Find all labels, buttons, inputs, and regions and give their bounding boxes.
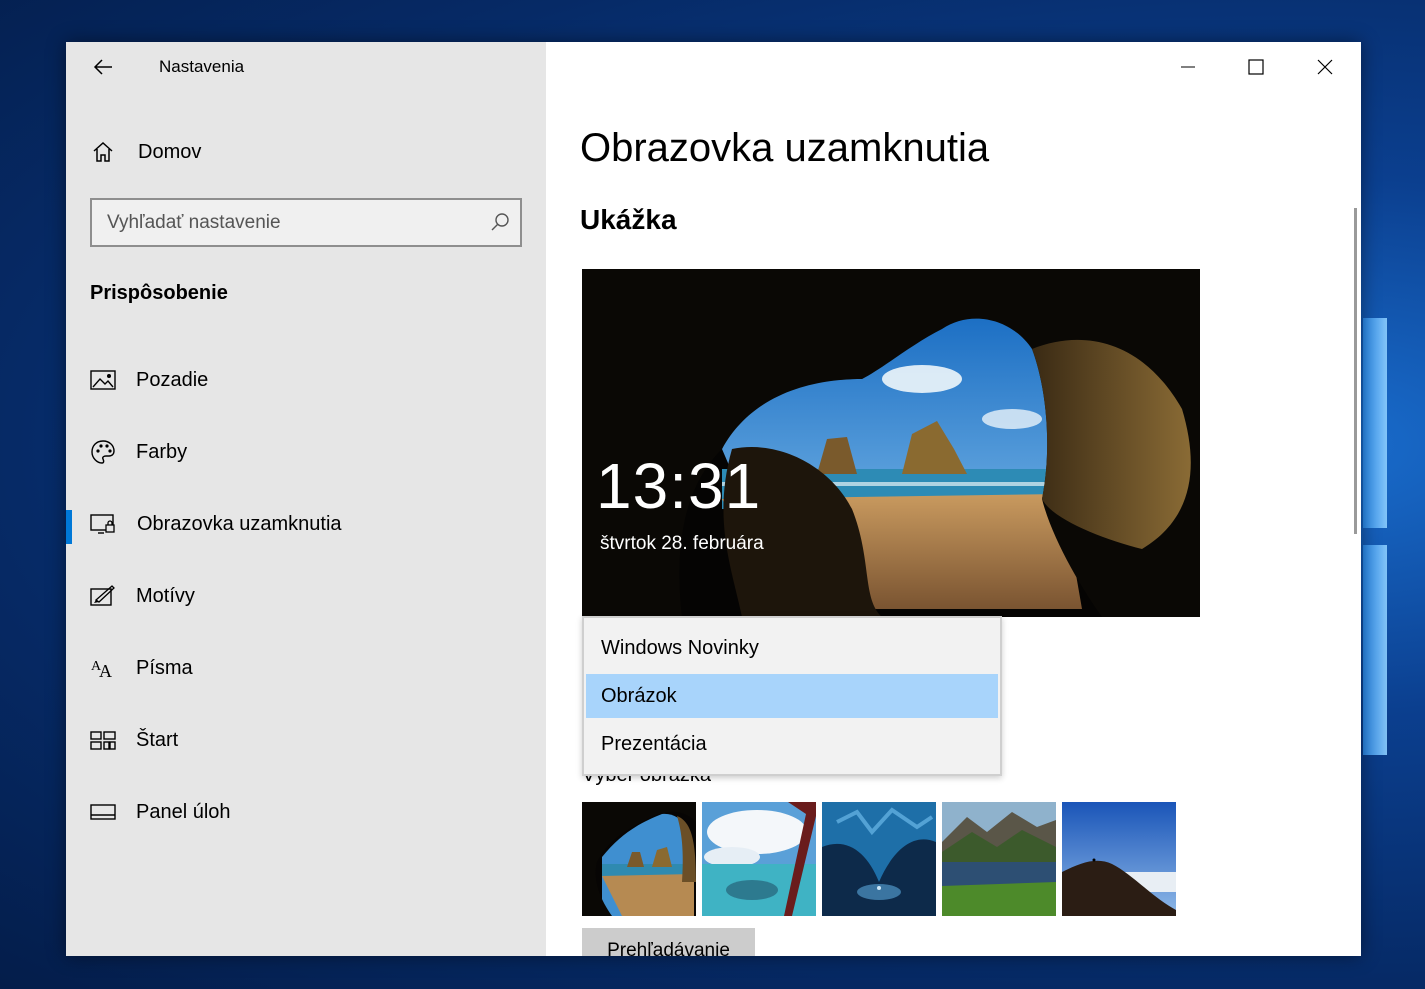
scrollbar[interactable] <box>1354 208 1357 534</box>
close-icon <box>1317 59 1333 75</box>
section-title: Prispôsobenie <box>90 282 228 304</box>
sidebar-item-label: Písma <box>136 656 193 679</box>
settings-window: Nastavenia Domov Prispôsobenie Pozadie <box>66 42 1361 956</box>
dropdown-option-prezentacia[interactable]: Prezentácia <box>586 722 998 766</box>
lock-screen-icon <box>90 511 116 537</box>
picture-thumbnail[interactable] <box>942 802 1056 916</box>
sidebar-item-panel-uloh[interactable]: Panel úloh <box>66 784 546 840</box>
sidebar-item-label: Motívy <box>136 584 195 607</box>
close-button[interactable] <box>1303 50 1347 84</box>
maximize-icon <box>1248 59 1264 75</box>
fonts-icon: AA <box>90 655 116 681</box>
sidebar-item-motivy[interactable]: Motívy <box>66 568 546 624</box>
svg-text:A: A <box>99 661 112 680</box>
search-icon[interactable] <box>490 212 510 232</box>
sidebar-item-label: Obrazovka uzamknutia <box>137 512 342 535</box>
preview-clock: 13:31 <box>596 450 762 522</box>
home-icon <box>90 139 116 165</box>
sidebar: Nastavenia Domov Prispôsobenie Pozadie <box>66 42 546 956</box>
lock-screen-preview: 13:31 štvrtok 28. februára <box>582 269 1200 617</box>
browse-button[interactable]: Prehľadávanie <box>582 928 755 956</box>
preview-date: štvrtok 28. februára <box>600 533 764 554</box>
dropdown-option-obrazok[interactable]: Obrázok <box>586 674 998 718</box>
desktop-logo-pane <box>1363 318 1387 528</box>
picture-thumbnail[interactable] <box>822 802 936 916</box>
preview-title: Ukážka <box>580 204 677 235</box>
picture-thumbnail[interactable] <box>702 802 816 916</box>
content-pane: Obrazovka uzamknutia Ukážka 13:31 štvrto… <box>546 42 1361 956</box>
picture-thumbnails <box>582 802 1176 916</box>
sidebar-item-label: Pozadie <box>136 368 209 391</box>
search-box[interactable] <box>90 198 522 247</box>
desktop-logo-pane <box>1363 545 1387 755</box>
maximize-button[interactable] <box>1234 50 1278 84</box>
app-title: Nastavenia <box>159 57 245 76</box>
minimize-icon <box>1181 66 1195 68</box>
back-button[interactable] <box>86 52 120 82</box>
palette-icon <box>90 439 116 465</box>
sidebar-item-farby[interactable]: Farby <box>66 424 546 480</box>
start-tiles-icon <box>90 727 116 753</box>
theme-brush-icon <box>90 583 116 609</box>
picture-thumbnail[interactable] <box>1062 802 1176 916</box>
sidebar-item-pisma[interactable]: AA Písma <box>66 640 546 696</box>
back-arrow-icon <box>93 59 112 75</box>
page-title: Obrazovka uzamknutia <box>580 126 990 170</box>
taskbar-icon <box>90 799 116 825</box>
picture-icon <box>90 367 116 393</box>
sidebar-item-obrazovka-uzamknutia[interactable]: Obrazovka uzamknutia <box>66 496 546 552</box>
sidebar-item-label: Farby <box>136 440 188 463</box>
minimize-button[interactable] <box>1166 50 1210 84</box>
sidebar-item-start[interactable]: Štart <box>66 712 546 768</box>
home-nav-item[interactable]: Domov <box>66 124 546 180</box>
preview-image <box>582 269 1200 617</box>
sidebar-item-label: Panel úloh <box>136 800 231 823</box>
picture-thumbnail[interactable] <box>582 802 696 916</box>
home-label: Domov <box>138 140 202 163</box>
dropdown-option-windows-novinky[interactable]: Windows Novinky <box>586 626 998 670</box>
sidebar-item-label: Štart <box>136 728 179 751</box>
search-input[interactable] <box>92 211 472 234</box>
background-type-dropdown[interactable]: Windows Novinky Obrázok Prezentácia <box>582 616 1002 776</box>
sidebar-item-pozadie[interactable]: Pozadie <box>66 352 546 408</box>
